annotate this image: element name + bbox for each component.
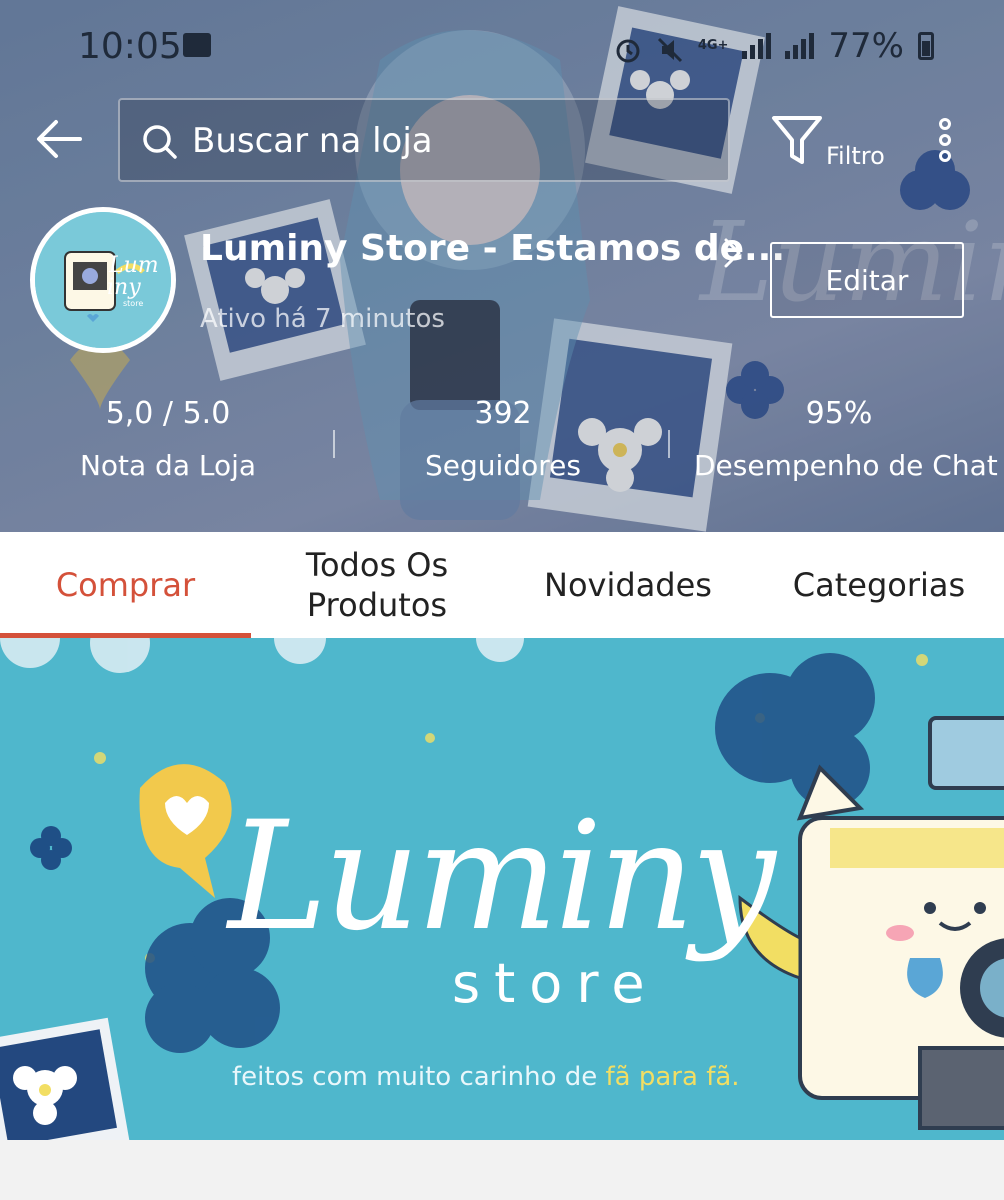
stat-value: 5,0 / 5.0 [105,396,231,431]
stat-value: 392 [474,396,532,431]
filter-label: Filtro [826,142,885,170]
more-dot-icon [939,118,951,130]
tab-novidades[interactable]: Novidades [524,532,732,638]
stat-divider [668,430,670,458]
more-dot-icon [939,134,951,146]
store-stats: 5,0 / 5.0 Nota da Loja 392 Seguidores 95… [0,396,1004,496]
store-tabs: Comprar Todos Os Produtos Novidades Cate… [0,532,1004,638]
signal-icon [742,33,772,59]
stat-followers[interactable]: 392 Seguidores [400,396,606,482]
svg-text:store: store [123,299,143,308]
chevron-right-icon[interactable] [722,236,744,270]
store-header: Luminy 10:05 4G+ 77% [0,0,1004,532]
store-logo-icon: Lum iny store [35,212,171,348]
network-type: 4G+ [697,38,729,53]
stat-value: 95% [805,396,873,431]
status-icons: 4G+ 77% [614,26,934,66]
back-button[interactable] [30,114,90,164]
status-bar: 10:05 4G+ 77% [0,0,1004,92]
stat-label: Seguidores [425,449,581,482]
tab-comprar[interactable]: Comprar [0,532,251,638]
edit-button[interactable]: Editar [770,242,964,318]
banner-brand-logo: Luminy [228,790,776,964]
back-arrow-icon [37,120,82,158]
store-banner[interactable]: Luminy store feitos com muito carinho de… [0,638,1004,1140]
store-active-status: Ativo há 7 minutos [200,304,445,334]
alarm-icon [614,33,642,63]
tagline-text: feitos com muito carinho de [232,1062,606,1092]
tab-todos-os-produtos[interactable]: Todos Os Produtos [282,532,472,638]
mute-icon [656,33,684,63]
top-toolbar: Filtro [0,96,1004,188]
battery-icon [918,32,934,60]
status-time: 10:05 [78,26,182,67]
store-name[interactable]: Luminy Store - Estamos de... [200,228,785,269]
svg-text:iny: iny [107,275,141,300]
gallery-notification-icon [183,33,211,57]
battery-percent: 77% [828,26,904,66]
stat-divider [333,430,335,458]
search-icon [143,125,177,159]
search-box[interactable] [118,98,730,182]
banner-brand-sub: store [452,952,659,1015]
filter-button[interactable]: Filtro [770,112,900,172]
signal-icon-2 [785,33,815,59]
tagline-highlight: fã para fã. [605,1062,740,1092]
stat-label: Nota da Loja [79,449,257,482]
stat-chat-performance: 95% Desempenho de Chat [694,396,998,482]
more-dot-icon [939,150,951,162]
filter-icon [772,116,822,164]
search-input[interactable] [190,100,714,182]
store-avatar[interactable]: Lum iny store [30,207,176,353]
stat-label: Desempenho de Chat [694,449,998,482]
stat-rating: 5,0 / 5.0 Nota da Loja [64,396,272,482]
tab-categorias[interactable]: Categorias [770,532,988,638]
banner-tagline: feitos com muito carinho de fã para fã. [232,1062,740,1092]
more-options-button[interactable] [932,118,958,172]
page-bottom-strip [0,1140,1004,1200]
